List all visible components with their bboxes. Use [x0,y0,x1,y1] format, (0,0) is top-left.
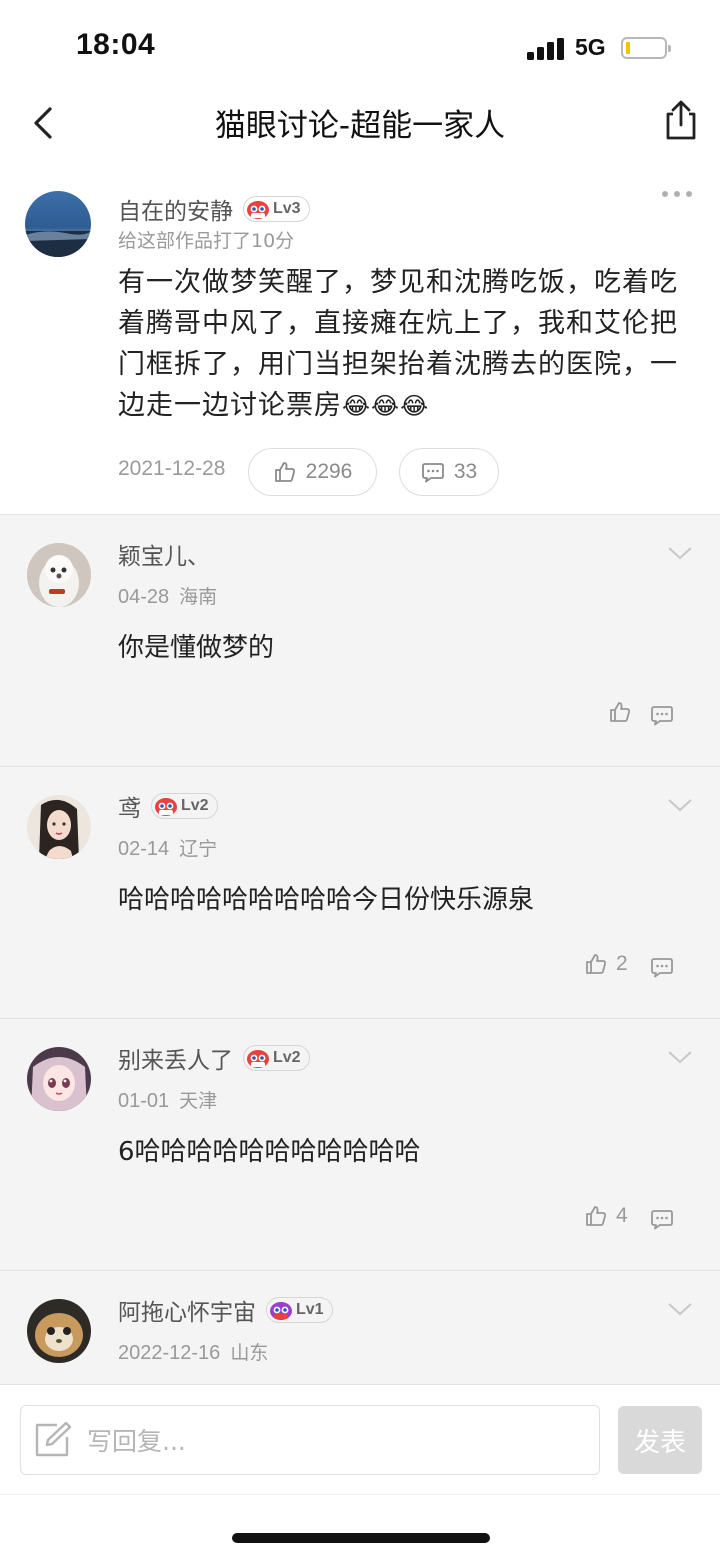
signal-icon [527,38,565,60]
comment-location: 海南 [179,586,218,608]
send-button[interactable]: 发表 [618,1406,702,1474]
like-button[interactable] [608,700,632,724]
chevron-down-icon[interactable] [667,797,693,813]
comment-location: 山东 [230,1342,269,1364]
comment-item: 别来丢人了 Lv2 01-01 天津 6哈哈哈哈哈哈哈哈哈哈哈 4 [0,1018,720,1270]
comment-meta: 2022-12-16 山东 [118,1338,268,1365]
comment-button[interactable]: 33 [399,448,499,496]
comment-meta: 02-14 辽宁 [118,834,217,861]
level-text: Lv3 [273,200,301,217]
avatar[interactable] [27,1047,91,1111]
level-face-icon [247,201,269,219]
comment-text: 哈哈哈哈哈哈哈哈哈今日份快乐源泉 [118,885,535,915]
thumbs-up-icon [586,1206,606,1226]
username[interactable]: 鸢 [118,789,141,823]
thumbs-up-icon [274,462,295,482]
username[interactable]: 颖宝儿、 [118,537,210,571]
chevron-down-icon[interactable] [667,1301,693,1317]
thumbs-up-icon [610,702,630,722]
level-face-icon [155,798,177,816]
like-button[interactable]: 2296 [248,448,377,496]
avatar[interactable] [27,543,91,607]
status-bar: 18:04 5G [0,0,720,92]
username[interactable]: 阿拖心怀宇宙 [118,1293,256,1327]
comment-meta: 01-01 天津 [118,1086,217,1113]
comment-item: 鸢 Lv2 02-14 辽宁 哈哈哈哈哈哈哈哈哈今日份快乐源泉 2 [0,766,720,1018]
level-badge: Lv2 [243,1045,310,1071]
comment-list: 颖宝儿、 04-28 海南 你是懂做梦的 鸢 Lv2 02-14 辽宁 哈哈哈哈… [0,514,720,1384]
like-count: 2 [616,952,628,975]
avatar[interactable] [27,1299,91,1363]
level-badge: Lv1 [266,1297,333,1323]
laugh-emoji: 😂😂😂 [342,392,430,420]
reply-bar: 写回复... 发表 [0,1384,720,1494]
level-badge: Lv3 [243,196,310,222]
comment-item: 阿拖心怀宇宙 Lv1 2022-12-16 山东 [0,1270,720,1384]
status-time: 18:04 [76,28,156,61]
battery-icon [621,37,671,59]
home-indicator[interactable] [232,1533,490,1543]
like-button[interactable]: 4 [584,1204,628,1228]
level-badge: Lv2 [151,793,218,819]
score-text: 给这部作品打了10分 [118,230,295,252]
level-face-icon [270,1302,292,1320]
comment-bubble-icon[interactable] [650,1208,674,1230]
comment-text: 你是懂做梦的 [118,633,275,663]
reply-input[interactable]: 写回复... [20,1405,600,1475]
share-button[interactable] [660,98,702,144]
username[interactable]: 别来丢人了 [118,1041,233,1075]
post-date: 2021-12-28 [118,457,226,480]
share-icon [666,100,696,140]
edit-icon [35,1421,72,1457]
post-content: 有一次做梦笑醒了，梦见和沈腾吃饭，吃着吃着腾哥中风了，直接瘫在炕上了，我和艾伦把… [118,267,678,421]
reply-placeholder: 写回复... [87,1427,186,1456]
network-type: 5G [575,34,606,60]
comment-meta: 04-28 海南 [118,582,217,609]
comment-count: 33 [453,460,478,483]
chevron-down-icon[interactable] [667,1049,693,1065]
username[interactable]: 自在的安静 [118,192,233,226]
comment-bubble-icon[interactable] [650,956,674,978]
comment-text: 6哈哈哈哈哈哈哈哈哈哈哈 [118,1137,421,1167]
avatar[interactable] [25,191,91,257]
like-count: 2296 [305,460,353,483]
level-face-icon [247,1050,269,1068]
level-text: Lv2 [181,797,209,814]
avatar[interactable] [27,795,91,859]
level-text: Lv2 [273,1049,301,1066]
comment-date: 02-14 [118,838,170,860]
level-text: Lv1 [296,1301,324,1318]
like-count: 4 [616,1204,628,1227]
comment-location: 辽宁 [179,838,218,860]
comment-location: 天津 [179,1090,218,1112]
page-title: 猫眼讨论-超能一家人 [214,108,506,144]
like-button[interactable]: 2 [584,952,628,976]
thumbs-up-icon [586,954,606,974]
chevron-down-icon[interactable] [667,545,693,561]
more-dots-icon[interactable] [660,186,694,202]
nav-bar: 猫眼讨论-超能一家人 [0,92,720,154]
comment-bubble-icon [421,463,444,483]
comment-bubble-icon[interactable] [650,704,674,726]
main-post: 自在的安静 Lv3 给这部作品打了10分 有一次做梦笑醒了，梦见和沈腾吃饭，吃着… [0,170,720,514]
comment-date: 04-28 [118,586,170,608]
comment-date: 2022-12-16 [118,1342,221,1364]
comment-date: 01-01 [118,1090,170,1112]
comment-item: 颖宝儿、 04-28 海南 你是懂做梦的 [0,514,720,766]
